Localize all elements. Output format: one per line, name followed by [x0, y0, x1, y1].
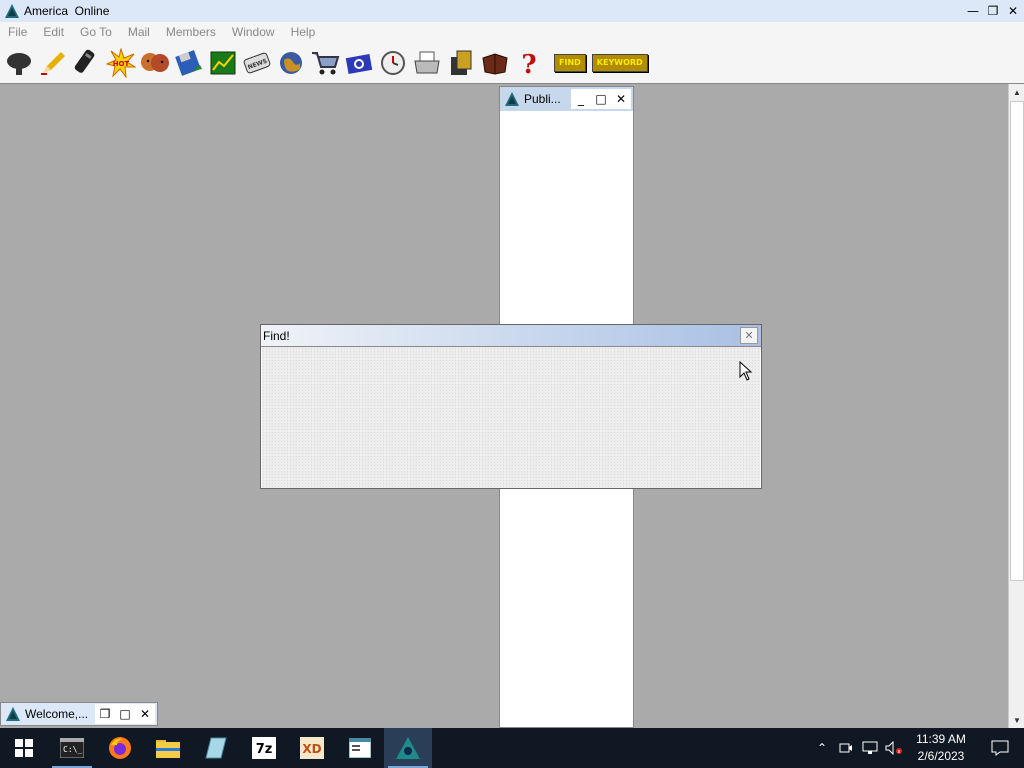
publi-titlebar[interactable]: Publi... _ □ ✕ — [500, 87, 633, 111]
publi-minimize-button[interactable]: _ — [571, 90, 591, 108]
find-dialog[interactable]: Find! ✕ — [260, 324, 762, 489]
restore-button[interactable]: ❐ — [984, 2, 1002, 19]
book-icon[interactable] — [480, 48, 510, 78]
mouse-cursor-icon — [739, 361, 753, 381]
disk-icon[interactable] — [174, 48, 204, 78]
window-app-icon — [349, 738, 371, 758]
windows-logo-icon — [15, 739, 33, 757]
find-close-button[interactable]: ✕ — [740, 327, 758, 344]
aol-logo-icon — [6, 707, 20, 721]
welcome-restore-button[interactable]: ❐ — [95, 705, 115, 723]
taskbar-control-panel[interactable] — [336, 728, 384, 768]
taskbar-xampp[interactable]: XD — [288, 728, 336, 768]
aol-taskbar-icon — [396, 737, 420, 759]
tray-network-icon[interactable] — [858, 728, 882, 768]
find-dialog-body — [262, 347, 760, 488]
welcome-minimized-window[interactable]: Welcome,... ❐ □ ✕ — [0, 702, 158, 726]
toolbar: HOT NEWS ? FIND KEYWORD — [0, 42, 1024, 84]
svg-text:x: x — [898, 749, 901, 755]
taskbar-7zip[interactable]: 7z — [240, 728, 288, 768]
camera-icon[interactable] — [344, 48, 374, 78]
scroll-down-arrow-icon[interactable]: ▼ — [1009, 712, 1024, 728]
scroll-up-arrow-icon[interactable]: ▲ — [1009, 84, 1024, 100]
welcome-maximize-button[interactable]: □ — [115, 705, 135, 723]
globe-icon[interactable] — [276, 48, 306, 78]
taskbar: C:\_ 7z XD ⌃ x 11:39 AM 2/6/2023 — [0, 728, 1024, 768]
publi-maximize-button[interactable]: □ — [591, 90, 611, 108]
cart-icon[interactable] — [310, 48, 340, 78]
find-title: Find! — [263, 328, 290, 343]
vertical-scrollbar[interactable]: ▲ ▼ — [1008, 84, 1024, 728]
find-button[interactable]: FIND — [554, 53, 586, 72]
minimize-button[interactable]: — — [964, 2, 982, 19]
publi-title: Publi... — [524, 92, 561, 106]
taskbar-notepad[interactable] — [192, 728, 240, 768]
clock-icon[interactable] — [378, 48, 408, 78]
scroll-thumb[interactable] — [1010, 101, 1024, 581]
tray-camera-icon[interactable] — [834, 728, 858, 768]
menu-goto[interactable]: Go To — [72, 25, 120, 39]
taskbar-explorer[interactable] — [144, 728, 192, 768]
help-icon[interactable]: ? — [514, 48, 544, 78]
aol-logo-icon — [505, 92, 519, 106]
keyword-button[interactable]: KEYWORD — [591, 53, 648, 72]
welcome-title: Welcome,... — [25, 707, 89, 721]
taskbar-firefox[interactable] — [96, 728, 144, 768]
aol-logo-icon — [5, 4, 19, 18]
svg-text:HOT: HOT — [113, 60, 130, 68]
menu-bar: File Edit Go To Mail Members Window Help — [0, 22, 1024, 42]
firefox-icon — [109, 737, 131, 759]
svg-text:C:\_: C:\_ — [63, 745, 82, 754]
phone-icon[interactable] — [72, 48, 102, 78]
notification-center-icon[interactable] — [976, 728, 1024, 768]
menu-file[interactable]: File — [0, 25, 35, 39]
taskbar-aol[interactable] — [384, 728, 432, 768]
tray-clock[interactable]: 11:39 AM 2/6/2023 — [906, 731, 976, 765]
menu-edit[interactable]: Edit — [35, 25, 72, 39]
publi-close-button[interactable]: ✕ — [611, 90, 631, 108]
taskbar-terminal[interactable]: C:\_ — [48, 728, 96, 768]
system-tray: ⌃ x 11:39 AM 2/6/2023 — [810, 728, 1024, 768]
notepad-icon — [205, 737, 227, 759]
terminal-icon: C:\_ — [60, 738, 84, 758]
app-title: America Online — [24, 4, 110, 18]
start-button[interactable] — [0, 728, 48, 768]
hot-icon[interactable]: HOT — [106, 47, 136, 78]
welcome-close-button[interactable]: ✕ — [135, 705, 155, 723]
clock-date: 2/6/2023 — [917, 749, 965, 763]
coins-icon[interactable] — [446, 48, 476, 78]
news-icon[interactable]: NEWS — [242, 48, 272, 78]
svg-text:7z: 7z — [256, 742, 273, 757]
svg-text:?: ? — [521, 50, 536, 77]
close-button[interactable]: ✕ — [1004, 2, 1022, 19]
xampp-icon: XD — [300, 737, 324, 759]
printer-icon[interactable] — [412, 48, 442, 78]
menu-mail[interactable]: Mail — [120, 25, 158, 39]
people-icon[interactable] — [140, 48, 170, 78]
menu-members[interactable]: Members — [158, 25, 224, 39]
app-titlebar: America Online — ❐ ✕ — [0, 0, 1024, 22]
menu-help[interactable]: Help — [283, 25, 324, 39]
svg-text:XD: XD — [302, 742, 321, 756]
tray-overflow-chevron-icon[interactable]: ⌃ — [810, 728, 834, 768]
menu-window[interactable]: Window — [224, 25, 283, 39]
chart-icon[interactable] — [208, 48, 238, 78]
tray-volume-muted-icon[interactable]: x — [882, 728, 906, 768]
clock-time: 11:39 AM — [916, 732, 966, 746]
chat-icon[interactable] — [4, 48, 34, 78]
find-titlebar[interactable]: Find! ✕ — [261, 325, 761, 347]
folder-icon — [156, 740, 180, 758]
7zip-icon: 7z — [252, 737, 276, 759]
pencil-icon[interactable] — [38, 48, 68, 78]
